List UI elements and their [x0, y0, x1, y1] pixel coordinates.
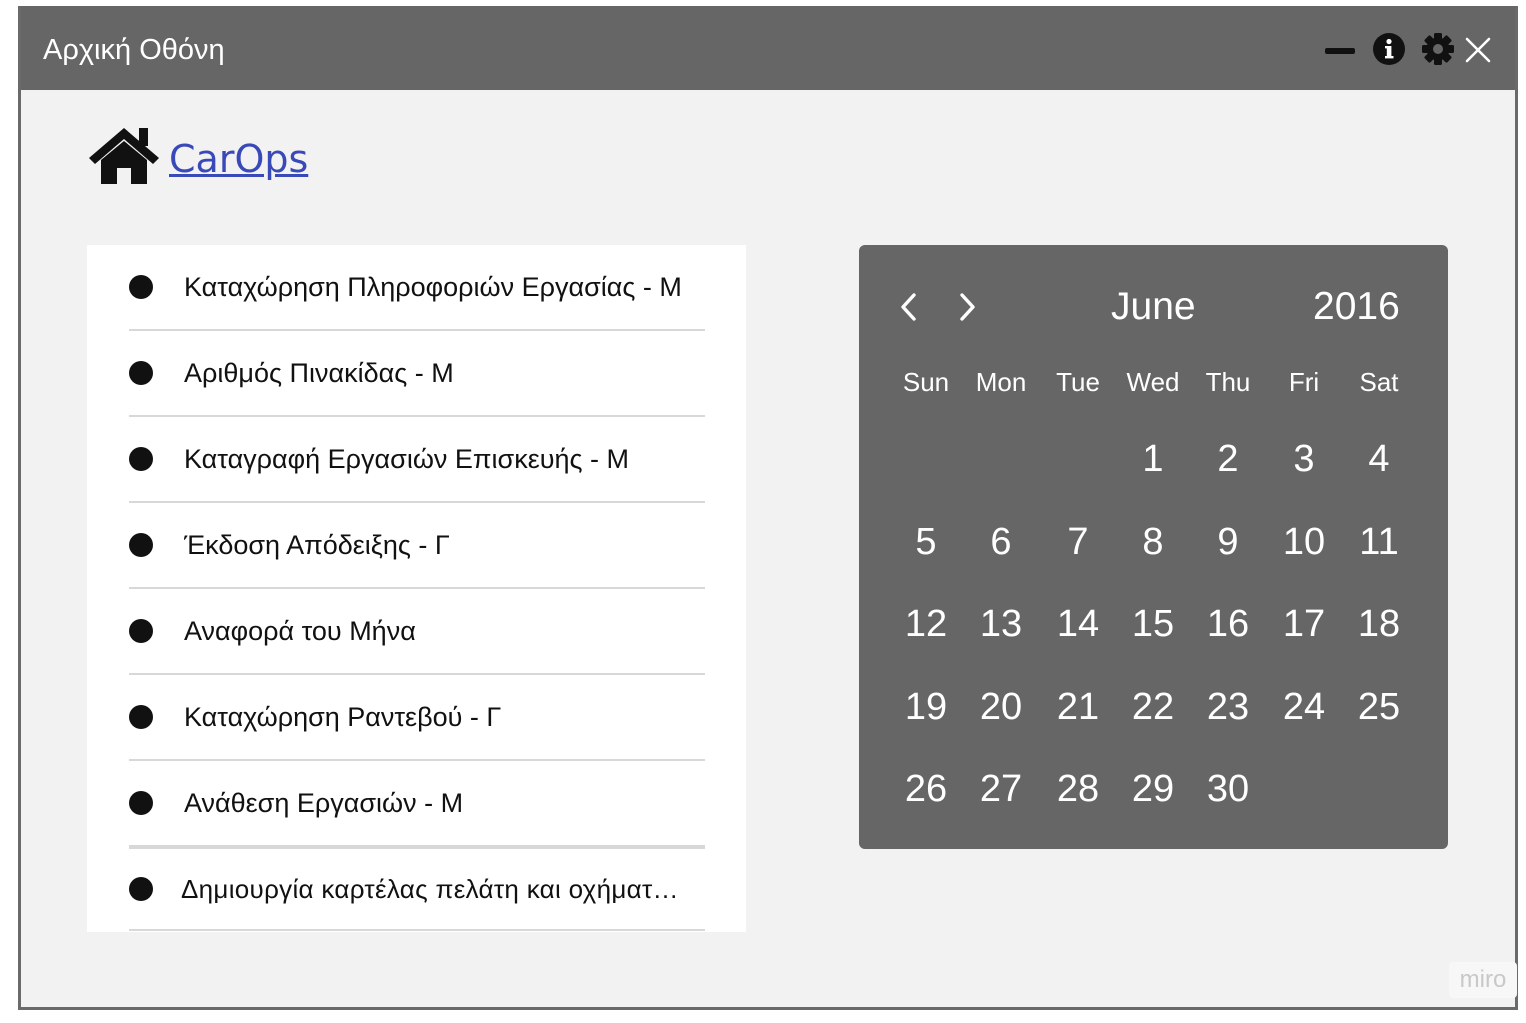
calendar-day[interactable]: 23: [1190, 686, 1266, 729]
calendar-month[interactable]: June: [1111, 285, 1196, 329]
menu-panel: Καταχώρηση Πληροφοριών Εργασίας - Μ Αριθ…: [87, 245, 746, 932]
weekday-label: Sat: [1359, 367, 1399, 397]
calendar-day[interactable]: 7: [1040, 521, 1116, 564]
menu-item-label: Καταχώρηση Ραντεβού - Γ: [184, 701, 502, 732]
menu-item-receipt[interactable]: Έκδοση Απόδειξης - Γ: [129, 503, 705, 589]
calendar-day[interactable]: 12: [888, 603, 964, 646]
carops-link[interactable]: CarOps: [169, 137, 308, 181]
menu-item-label: Καταχώρηση Πληροφοριών Εργασίας - Μ: [184, 271, 682, 302]
app-window: Αρχική Οθόνη CarOps Καταχώρηση Πληροφορι…: [18, 6, 1518, 1010]
weekday-label: Mon: [975, 367, 1027, 397]
bullet-icon: [129, 791, 153, 815]
gear-icon[interactable]: [1421, 32, 1455, 66]
bullet-icon: [129, 705, 153, 729]
weekday-label: Sun: [902, 367, 950, 397]
calendar-day[interactable]: 29: [1115, 768, 1191, 811]
calendar-day[interactable]: 27: [963, 768, 1039, 811]
menu-item-label: Έκδοση Απόδειξης - Γ: [184, 529, 450, 560]
bullet-icon: [129, 361, 153, 385]
calendar-day[interactable]: 5: [888, 521, 964, 564]
bullet-icon: [129, 877, 153, 901]
menu-item-customer-card[interactable]: Δημιουργία καρτέλας πελάτη και οχήματ…: [129, 847, 705, 931]
calendar-day[interactable]: 17: [1266, 603, 1342, 646]
calendar-day[interactable]: 6: [963, 521, 1039, 564]
calendar-day[interactable]: 14: [1040, 603, 1116, 646]
calendar-day[interactable]: 24: [1266, 686, 1342, 729]
bullet-icon: [129, 447, 153, 471]
menu-item-appointment[interactable]: Καταχώρηση Ραντεβού - Γ: [129, 675, 705, 761]
menu-item-label: Δημιουργία καρτέλας πελάτη και οχήματ…: [181, 873, 679, 904]
calendar-day[interactable]: 3: [1266, 438, 1342, 481]
menu-item-label: Αναφορά του Μήνα: [184, 615, 416, 646]
next-month-icon[interactable]: [955, 289, 981, 325]
calendar-day[interactable]: 10: [1266, 521, 1342, 564]
calendar-day[interactable]: 4: [1341, 438, 1417, 481]
calendar-year[interactable]: 2016: [1313, 285, 1400, 329]
calendar-day[interactable]: 9: [1190, 521, 1266, 564]
weekday-label: Thu: [1205, 367, 1251, 397]
weekday-label: Tue: [1056, 367, 1100, 397]
title-bar: Αρχική Οθόνη: [21, 6, 1515, 90]
calendar-day[interactable]: 8: [1115, 521, 1191, 564]
miro-watermark: miro: [1449, 962, 1517, 998]
bullet-icon: [129, 533, 153, 557]
calendar-day[interactable]: 13: [963, 603, 1039, 646]
calendar-day[interactable]: 11: [1341, 521, 1417, 564]
calendar-day[interactable]: 15: [1115, 603, 1191, 646]
info-icon[interactable]: [1372, 32, 1406, 66]
home-icon[interactable]: [87, 124, 161, 188]
weekday-label: Wed: [1126, 367, 1180, 397]
calendar-day[interactable]: 19: [888, 686, 964, 729]
menu-item-repair-log[interactable]: Καταγραφή Εργασιών Επισκευής - Μ: [129, 417, 705, 503]
close-icon[interactable]: [1465, 32, 1491, 63]
menu-item-task-assignment[interactable]: Ανάθεση Εργασιών - Μ: [129, 761, 705, 847]
calendar-day[interactable]: 16: [1190, 603, 1266, 646]
calendar-day[interactable]: 18: [1341, 603, 1417, 646]
minimize-icon[interactable]: [1325, 48, 1355, 54]
prev-month-icon[interactable]: [895, 289, 921, 325]
brand-header: CarOps: [87, 121, 308, 191]
calendar-day[interactable]: 2: [1190, 438, 1266, 481]
menu-item-label: Αριθμός Πινακίδας - Μ: [184, 357, 454, 388]
calendar-day[interactable]: 26: [888, 768, 964, 811]
menu-item-plate-number[interactable]: Αριθμός Πινακίδας - Μ: [129, 331, 705, 417]
calendar-day[interactable]: 30: [1190, 768, 1266, 811]
calendar-day[interactable]: 20: [963, 686, 1039, 729]
calendar-widget: June 2016 Sun Mon Tue Wed Thu Fri Sat 12345678…: [859, 245, 1448, 849]
calendar-day[interactable]: 25: [1341, 686, 1417, 729]
calendar-day[interactable]: 28: [1040, 768, 1116, 811]
menu-item-label: Καταγραφή Εργασιών Επισκευής - Μ: [184, 443, 630, 474]
bullet-icon: [129, 619, 153, 643]
menu-item-monthly-report[interactable]: Αναφορά του Μήνα: [129, 589, 705, 675]
window-title: Αρχική Οθόνη: [43, 34, 225, 66]
bullet-icon: [129, 275, 153, 299]
weekday-label: Fri: [1288, 367, 1320, 397]
menu-item-label: Ανάθεση Εργασιών - Μ: [184, 787, 464, 818]
calendar-day[interactable]: 21: [1040, 686, 1116, 729]
calendar-day[interactable]: 22: [1115, 686, 1191, 729]
calendar-day[interactable]: 1: [1115, 438, 1191, 481]
menu-item-job-info[interactable]: Καταχώρηση Πληροφοριών Εργασίας - Μ: [129, 245, 705, 331]
